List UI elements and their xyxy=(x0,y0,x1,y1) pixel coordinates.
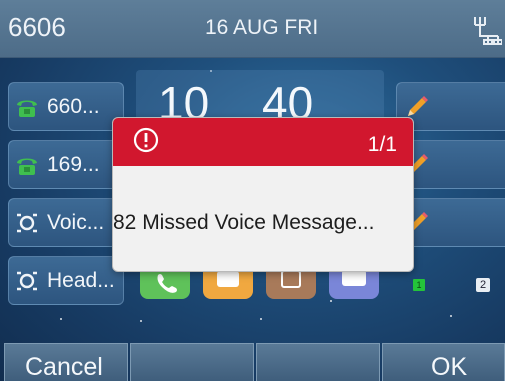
line-key-label: 169... xyxy=(47,153,100,176)
line-key-headset[interactable]: Head... xyxy=(8,256,124,305)
alert-icon xyxy=(133,127,159,153)
star-decor xyxy=(330,300,332,302)
star-decor xyxy=(60,318,62,320)
headset-icon xyxy=(17,271,37,291)
star-decor xyxy=(450,315,452,317)
line-key-voicemail[interactable]: Voic... xyxy=(8,198,124,247)
cancel-softkey-label: Cancel xyxy=(25,353,103,381)
account-label: 6606 xyxy=(8,12,66,42)
status-bar: 6606 16 AUG FRI xyxy=(0,0,505,58)
line-key-2[interactable]: 169... xyxy=(8,140,124,189)
ok-softkey[interactable]: OK xyxy=(382,343,505,381)
empty-softkey-2[interactable] xyxy=(130,343,254,381)
voicemail-icon xyxy=(17,213,37,233)
line-key-1[interactable]: 660... xyxy=(8,82,124,131)
network-icon xyxy=(474,17,502,45)
phone-icon xyxy=(17,158,37,175)
phone-screen: 6606 16 AUG FRI 660... 169... Voic... He… xyxy=(0,0,505,381)
popup-header: 1/1 xyxy=(113,118,413,166)
page-indicator-2[interactable]: 2 xyxy=(476,278,490,292)
date-label: 16 AUG FRI xyxy=(205,16,319,39)
line-key-label: Voic... xyxy=(47,211,105,234)
empty-softkey-3[interactable] xyxy=(256,343,380,381)
missed-voicemail-popup: 1/1 82 Missed Voice Message... xyxy=(112,117,414,272)
popup-message[interactable]: 82 Missed Voice Message... xyxy=(113,211,374,235)
line-key-label: Head... xyxy=(47,269,115,292)
phone-icon xyxy=(17,100,37,117)
softkey-bar: Cancel OK xyxy=(0,343,505,381)
popup-page-count: 1/1 xyxy=(367,133,397,156)
star-decor xyxy=(260,318,262,320)
cancel-softkey[interactable]: Cancel xyxy=(4,343,128,381)
line-key-label: 660... xyxy=(47,95,100,118)
star-decor xyxy=(140,320,142,322)
ok-softkey-label: OK xyxy=(431,353,468,381)
page-indicator-1[interactable]: 1 xyxy=(413,279,425,291)
